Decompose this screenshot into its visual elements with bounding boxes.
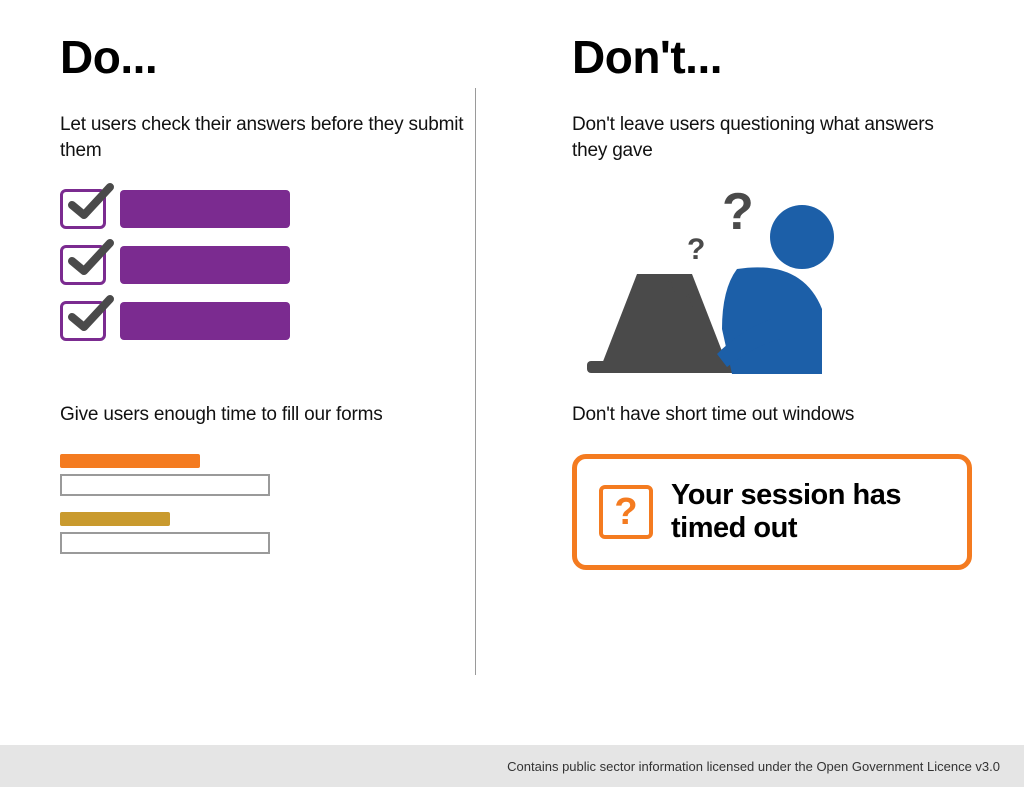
do-heading: Do... [60,30,472,84]
progress-track [60,532,270,554]
do-tip-1: Let users check their answers before the… [60,112,472,163]
answer-bar [120,246,290,284]
footer-licence: Contains public sector information licen… [0,745,1024,787]
dont-tip-2: Don't have short time out windows [572,402,944,428]
column-divider [475,88,476,675]
progress-fill [60,512,170,526]
svg-text:?: ? [685,289,698,314]
checkbox-icon [60,245,106,285]
checkbox-icon [60,189,106,229]
question-mark-icon: ? [599,485,653,539]
progress-fill [60,454,200,468]
svg-text:?: ? [667,274,680,299]
checklist-illustration [60,189,472,341]
answer-bar [120,302,290,340]
checkbox-icon [60,301,106,341]
do-tip-2: Give users enough time to fill our forms [60,402,472,428]
dont-tip-1: Don't leave users questioning what answe… [572,112,944,163]
timeout-card: ? Your session has timed out [572,454,972,571]
svg-text:?: ? [687,233,705,266]
checklist-row [60,189,472,229]
progress-illustration [60,454,472,554]
checklist-row [60,245,472,285]
svg-text:?: ? [722,189,754,241]
confused-person-illustration: ? ? ? ? [572,189,872,399]
checklist-row [60,301,472,341]
dont-heading: Don't... [572,30,944,84]
answer-bar [120,190,290,228]
timeout-message: Your session has timed out [671,479,945,546]
progress-track [60,474,270,496]
